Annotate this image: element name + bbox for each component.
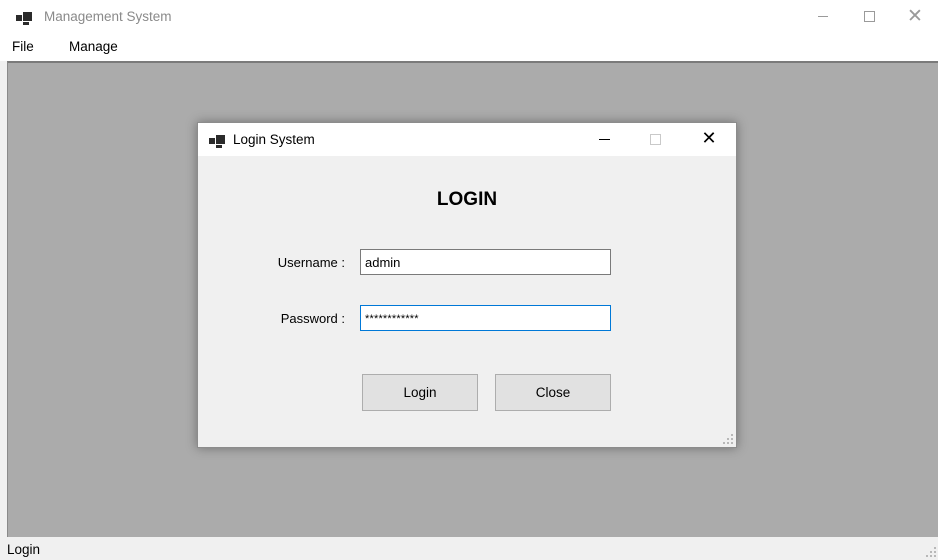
close-button[interactable]: ✕ [892,0,938,33]
close-dialog-button[interactable]: Close [495,374,611,411]
dialog-titlebar[interactable]: Login System ✕ [198,123,736,156]
maximize-icon [864,11,875,22]
close-icon: ✕ [907,5,923,27]
window-title: Management System [44,9,172,24]
password-label: Password : [280,311,345,326]
password-input[interactable] [360,305,611,331]
resize-grip-icon[interactable] [926,547,936,557]
login-dialog: Login System ✕ LOGIN Username : Password… [197,122,737,448]
menu-bar: File Manage [0,33,938,61]
dialog-minimize-button[interactable] [582,123,628,156]
close-icon: ✕ [701,128,717,149]
minimize-button[interactable] [800,0,846,33]
username-label: Username : [277,255,345,270]
dialog-app-icon [209,132,225,148]
app-icon [16,9,32,25]
status-bar: Login [0,538,938,560]
maximize-button[interactable] [846,0,892,33]
minimize-icon [818,16,828,17]
dialog-close-button[interactable]: ✕ [686,123,732,156]
main-titlebar[interactable]: Management System ✕ [0,0,938,33]
maximize-icon [650,134,661,145]
username-input[interactable] [360,249,611,275]
status-label: Login [7,542,41,557]
menu-file[interactable]: File [7,33,39,61]
menu-manage[interactable]: Manage [64,33,123,61]
login-heading: LOGIN [436,189,498,210]
dialog-title: Login System [233,132,315,147]
login-button[interactable]: Login [362,374,478,411]
dialog-maximize-button [633,123,679,156]
minimize-icon [599,139,610,140]
resize-grip-icon[interactable] [723,434,733,444]
